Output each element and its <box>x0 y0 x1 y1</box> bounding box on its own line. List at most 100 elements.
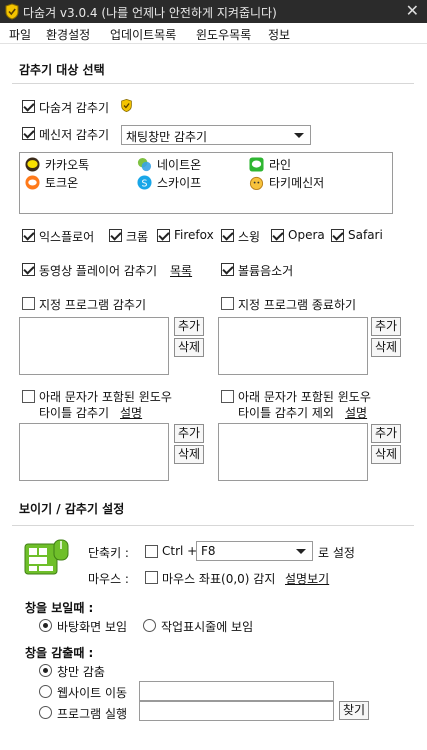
hide-all-label: 다숨겨 감추기 <box>39 101 110 115</box>
title-bar: 다숨겨 v3.0.4 (나를 언제나 안전하게 지켜줍니다) ✕ <box>0 0 427 23</box>
kill-program-label: 지정 프로그램 종료하기 <box>238 298 357 312</box>
chevron-down-icon <box>294 133 304 138</box>
delete-title-exclude-button[interactable]: 삭제 <box>371 445 401 464</box>
menu-update-list[interactable]: 업데이트목록 <box>110 26 176 43</box>
add-kill-program-button[interactable]: 추가 <box>371 317 401 336</box>
video-player-label: 동영상 플레이어 감추기 <box>39 264 158 278</box>
browser-swing-checkbox[interactable] <box>221 229 234 242</box>
hide-window-only-radio[interactable] <box>39 664 52 677</box>
kakaotalk-icon <box>25 157 40 172</box>
mouse-corner-label: 마우스 좌표(0,0) 감지 <box>162 572 276 586</box>
show-taskbar-label: 작업표시줄에 보임 <box>161 620 254 634</box>
browser-ie-checkbox[interactable] <box>22 229 35 242</box>
close-icon[interactable]: ✕ <box>406 1 419 20</box>
nateon-icon <box>137 157 152 172</box>
show-desktop-radio[interactable] <box>39 619 52 632</box>
menu-file[interactable]: 파일 <box>9 26 31 43</box>
hide-run-program-label: 프로그램 실행 <box>57 707 128 721</box>
hide-program-checkbox[interactable] <box>22 297 35 310</box>
hotkey-key-select[interactable]: F8 <box>196 541 313 561</box>
title-hide-explain-link[interactable]: 설명 <box>120 404 142 421</box>
video-player-checkbox[interactable] <box>22 263 35 276</box>
hotkey-ctrl-checkbox[interactable] <box>145 545 158 558</box>
messenger-item-label[interactable]: 타키메신저 <box>269 174 324 191</box>
browse-button[interactable]: 찾기 <box>339 701 369 720</box>
title-exclude-label-line2: 타이틀 감추기 제외 <box>238 406 334 420</box>
show-desktop-label: 바탕화면 보임 <box>57 620 128 634</box>
add-title-hide-button[interactable]: 추가 <box>174 424 204 443</box>
menu-window-list[interactable]: 윈도우목록 <box>196 26 251 43</box>
svg-text:S: S <box>142 178 148 189</box>
messenger-item-label[interactable]: 카카오톡 <box>45 156 89 173</box>
hide-program-list[interactable] <box>19 317 169 375</box>
divider <box>12 83 414 84</box>
title-exclude-checkbox[interactable] <box>221 390 234 403</box>
add-hide-program-button[interactable]: 추가 <box>174 317 204 336</box>
window-title: 다숨겨 v3.0.4 (나를 언제나 안전하게 지켜줍니다) <box>23 6 277 20</box>
delete-hide-program-button[interactable]: 삭제 <box>174 338 204 357</box>
messenger-mode-value: 채팅창만 감추기 <box>126 130 208 144</box>
hide-website-radio[interactable] <box>39 685 52 698</box>
taki-icon <box>249 176 264 190</box>
messenger-item-label[interactable]: 라인 <box>269 156 291 173</box>
delete-title-hide-button[interactable]: 삭제 <box>174 445 204 464</box>
add-title-exclude-button[interactable]: 추가 <box>371 424 401 443</box>
keyboard-mouse-icon <box>24 539 69 575</box>
browser-opera-checkbox[interactable] <box>271 229 284 242</box>
browser-firefox-checkbox[interactable] <box>157 229 170 242</box>
hide-target-section-title: 감추기 대상 선택 <box>19 63 105 77</box>
hotkey-ctrl-label: Ctrl + <box>162 544 198 558</box>
mouse-explain-link[interactable]: 설명보기 <box>285 570 329 587</box>
delete-kill-program-button[interactable]: 삭제 <box>371 338 401 357</box>
mute-label: 볼륨음소거 <box>238 264 294 278</box>
browser-safari-label: Safari <box>348 228 383 242</box>
shield-icon <box>121 98 132 113</box>
menu-bar: 파일 환경설정 업데이트목록 윈도우목록 정보 <box>0 23 427 44</box>
browser-firefox-label: Firefox <box>174 228 214 242</box>
skype-icon: S <box>137 175 152 190</box>
chevron-down-icon <box>296 549 306 554</box>
messenger-item-label[interactable]: 토크온 <box>45 174 78 191</box>
messenger-hide-checkbox[interactable] <box>22 127 35 140</box>
messenger-list[interactable]: 카카오톡 네이트온 라인 토크온 S 스카이프 타키메신저 <box>19 152 393 214</box>
browser-chrome-label: 크롬 <box>126 230 149 244</box>
messenger-item-label[interactable]: 스카이프 <box>157 174 201 191</box>
mouse-corner-checkbox[interactable] <box>145 571 158 584</box>
line-icon <box>249 157 264 172</box>
menu-settings[interactable]: 환경설정 <box>46 26 90 43</box>
hide-run-program-radio[interactable] <box>39 706 52 719</box>
title-exclude-explain-link[interactable]: 설명 <box>345 404 367 421</box>
messenger-hide-label: 메신저 감추기 <box>39 128 110 142</box>
hide-window-only-label: 창만 감춤 <box>57 665 105 679</box>
hotkey-key-value: F8 <box>201 544 216 558</box>
main-panel: 감추기 대상 선택 다숨겨 감추기 메신저 감추기 채팅창만 감추기 카카오톡 … <box>0 44 427 750</box>
title-hide-checkbox[interactable] <box>22 390 35 403</box>
title-hide-label-line2: 타이틀 감추기 <box>39 406 110 420</box>
browser-safari-checkbox[interactable] <box>331 229 344 242</box>
hide-website-label: 웹사이트 이동 <box>57 686 128 700</box>
show-taskbar-radio[interactable] <box>143 619 156 632</box>
mouse-label: 마우스 : <box>88 572 129 586</box>
browser-opera-label: Opera <box>288 228 325 242</box>
title-hide-list[interactable] <box>19 423 169 481</box>
title-exclude-list[interactable] <box>218 423 368 481</box>
hotkey-suffix: 로 설정 <box>318 546 355 560</box>
messenger-item-label[interactable]: 네이트온 <box>157 156 201 173</box>
kill-program-list[interactable] <box>218 317 368 375</box>
menu-info[interactable]: 정보 <box>268 26 290 43</box>
video-list-link[interactable]: 목록 <box>170 262 192 279</box>
hide-all-checkbox[interactable] <box>22 100 35 113</box>
shield-icon <box>5 3 19 20</box>
show-heading: 창을 보일때 : <box>25 601 94 615</box>
kill-program-checkbox[interactable] <box>221 297 234 310</box>
mute-checkbox[interactable] <box>221 263 234 276</box>
messenger-mode-select[interactable]: 채팅창만 감추기 <box>121 125 311 145</box>
hide-program-label: 지정 프로그램 감추기 <box>39 298 146 312</box>
hide-heading: 창을 감출때 : <box>25 646 94 660</box>
title-hide-label-line1: 아래 문자가 포함된 윈도우 <box>39 390 172 404</box>
divider <box>12 525 414 526</box>
website-url-input[interactable] <box>139 681 334 701</box>
program-path-input[interactable] <box>139 701 334 721</box>
browser-chrome-checkbox[interactable] <box>109 229 122 242</box>
browser-ie-label: 익스플로어 <box>39 230 95 244</box>
